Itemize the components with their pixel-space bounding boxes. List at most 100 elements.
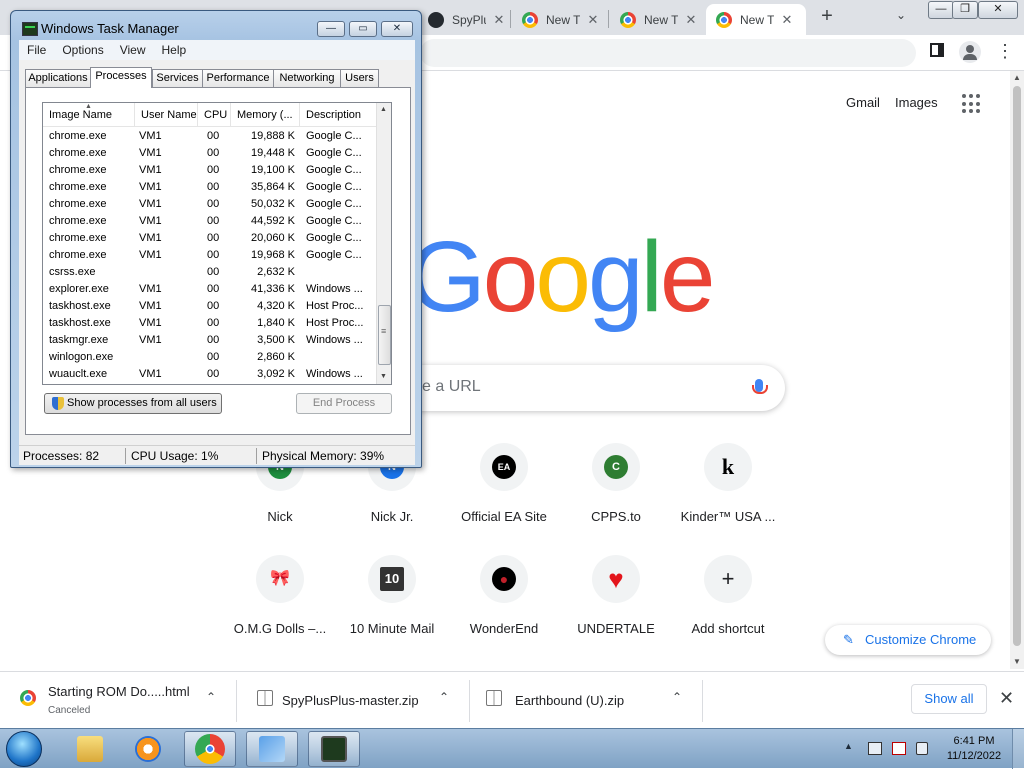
page-scrollbar[interactable]: ▲ ▼ bbox=[1010, 71, 1024, 669]
shortcut-icon-tile: EA bbox=[480, 443, 528, 491]
download-item[interactable]: Earthbound (U).zip ⌃ bbox=[470, 672, 702, 729]
chevron-up-icon[interactable]: ⌃ bbox=[439, 690, 449, 704]
side-panel-icon[interactable] bbox=[930, 43, 944, 57]
close-icon[interactable]: ✕ bbox=[999, 688, 1014, 709]
table-row[interactable]: chrome.exe VM1 00 20,060 K Google C... bbox=[43, 230, 376, 247]
shortcut-wonderend[interactable]: ● WonderEnd bbox=[448, 555, 560, 636]
shortcut-icon-tile: ● bbox=[480, 555, 528, 603]
scroll-down-icon[interactable]: ▼ bbox=[380, 373, 387, 380]
network-icon[interactable] bbox=[868, 742, 882, 755]
chrome-menu-icon[interactable]: ⋮ bbox=[996, 42, 1014, 60]
customize-chrome-button[interactable]: ✎ Customize Chrome bbox=[825, 625, 991, 655]
table-row[interactable]: explorer.exe VM1 00 41,336 K Windows ... bbox=[43, 281, 376, 298]
maximize-button[interactable]: ▭ bbox=[349, 21, 377, 37]
shortcut-kinder-usa[interactable]: k Kinder™ USA ... bbox=[672, 443, 784, 524]
scroll-down-icon[interactable]: ▼ bbox=[1013, 657, 1021, 666]
show-desktop-button[interactable] bbox=[1012, 729, 1024, 769]
process-list[interactable]: ▲ Image Name User Name CPU Memory (... D… bbox=[42, 102, 392, 385]
process-user: VM1 bbox=[139, 334, 162, 346]
menu-view[interactable]: View bbox=[112, 43, 154, 57]
taskbar-task-manager[interactable] bbox=[308, 731, 360, 767]
tab-new-tab-active[interactable]: New T ✕ bbox=[706, 4, 806, 35]
column-cpu[interactable]: CPU bbox=[198, 103, 231, 127]
table-row[interactable]: chrome.exe VM1 00 44,592 K Google C... bbox=[43, 213, 376, 230]
taskbar-control-panel[interactable] bbox=[246, 731, 298, 767]
tab-processes[interactable]: Processes bbox=[90, 67, 152, 88]
tray-overflow-icon[interactable]: ▲ bbox=[844, 741, 853, 751]
taskbar-chrome[interactable] bbox=[184, 731, 236, 767]
tab-users[interactable]: Users bbox=[340, 69, 379, 87]
menu-help[interactable]: Help bbox=[154, 43, 195, 57]
new-tab-button[interactable]: + bbox=[816, 6, 838, 28]
tab-performance[interactable]: Performance bbox=[202, 69, 274, 87]
shortcut-10-minute-mail[interactable]: 10 10 Minute Mail bbox=[336, 555, 448, 636]
minimize-button[interactable]: — bbox=[317, 21, 345, 37]
tab-spyplus[interactable]: SpyPlu ✕ bbox=[418, 4, 510, 35]
table-row[interactable]: winlogon.exe 00 2,860 K bbox=[43, 349, 376, 366]
table-row[interactable]: chrome.exe VM1 00 19,100 K Google C... bbox=[43, 162, 376, 179]
column-image-name[interactable]: ▲ Image Name bbox=[43, 103, 135, 127]
address-bar[interactable] bbox=[420, 39, 916, 67]
profile-avatar-icon[interactable] bbox=[959, 41, 981, 63]
microphone-icon[interactable] bbox=[752, 379, 768, 394]
table-row[interactable]: taskmgr.exe VM1 00 3,500 K Windows ... bbox=[43, 332, 376, 349]
tab-new-tab-1[interactable]: New T ✕ bbox=[512, 4, 608, 35]
tab-close-icon[interactable]: ✕ bbox=[684, 12, 698, 28]
taskbar-media-player[interactable] bbox=[122, 731, 174, 767]
column-user-name[interactable]: User Name bbox=[135, 103, 198, 127]
table-row[interactable]: taskhost.exe VM1 00 1,840 K Host Proc... bbox=[43, 315, 376, 332]
table-row[interactable]: wuauclt.exe VM1 00 3,092 K Windows ... bbox=[43, 366, 376, 383]
scroll-up-icon[interactable]: ▲ bbox=[1013, 73, 1021, 82]
tab-close-icon[interactable]: ✕ bbox=[492, 12, 506, 28]
shortcut-official-ea-site[interactable]: EA Official EA Site bbox=[448, 443, 560, 524]
chevron-up-icon[interactable]: ⌃ bbox=[672, 690, 682, 704]
process-list-scroll-thumb[interactable] bbox=[378, 305, 391, 365]
shortcut-undertale[interactable]: ♥ UNDERTALE bbox=[560, 555, 672, 636]
search-box[interactable]: e a URL bbox=[400, 365, 785, 411]
menu-options[interactable]: Options bbox=[54, 43, 111, 57]
start-button[interactable] bbox=[6, 731, 42, 767]
images-link[interactable]: Images bbox=[895, 95, 938, 110]
table-row[interactable]: csrss.exe 00 2,632 K bbox=[43, 264, 376, 281]
tab-close-icon[interactable]: ✕ bbox=[780, 12, 794, 28]
shortcut-omg-dolls[interactable]: 🎀 O.M.G Dolls –... bbox=[224, 555, 336, 636]
table-row[interactable]: chrome.exe VM1 00 19,888 K Google C... bbox=[43, 128, 376, 145]
table-row[interactable]: chrome.exe VM1 00 35,864 K Google C... bbox=[43, 179, 376, 196]
volume-icon[interactable] bbox=[916, 742, 928, 755]
google-apps-icon[interactable] bbox=[962, 94, 982, 114]
menu-file[interactable]: File bbox=[19, 43, 54, 57]
gmail-link[interactable]: Gmail bbox=[846, 95, 880, 110]
table-row[interactable]: taskhost.exe VM1 00 4,320 K Host Proc... bbox=[43, 298, 376, 315]
column-memory[interactable]: Memory (... bbox=[231, 103, 300, 127]
table-row[interactable]: chrome.exe VM1 00 19,448 K Google C... bbox=[43, 145, 376, 162]
table-row[interactable]: chrome.exe VM1 00 50,032 K Google C... bbox=[43, 196, 376, 213]
scroll-up-icon[interactable]: ▲ bbox=[380, 106, 387, 113]
clock-date[interactable]: 11/12/2022 bbox=[940, 750, 1008, 762]
process-cpu: 00 bbox=[207, 317, 220, 329]
tab-search-button[interactable]: ⌄ bbox=[896, 8, 906, 22]
tab-applications[interactable]: Applications bbox=[25, 69, 91, 87]
tab-networking[interactable]: Networking bbox=[273, 69, 341, 87]
maximize-button[interactable]: ❐ bbox=[952, 1, 978, 19]
download-item[interactable]: SpyPlusPlus-master.zip ⌃ bbox=[237, 672, 469, 729]
show-all-button[interactable]: Show all bbox=[911, 684, 987, 714]
minimize-button[interactable]: — bbox=[928, 1, 954, 19]
tab-new-tab-2[interactable]: New T ✕ bbox=[610, 4, 706, 35]
close-button[interactable]: ✕ bbox=[381, 21, 413, 37]
column-description[interactable]: Description bbox=[300, 103, 376, 127]
process-list-scrollbar[interactable]: ▲ ▼ bbox=[376, 103, 391, 384]
taskbar-explorer[interactable] bbox=[64, 731, 116, 767]
end-process-button[interactable]: End Process bbox=[296, 393, 392, 414]
show-all-processes-button[interactable]: Show processes from all users bbox=[44, 393, 222, 414]
action-center-icon[interactable] bbox=[892, 742, 906, 755]
close-button[interactable]: ✕ bbox=[978, 1, 1018, 19]
page-scroll-thumb[interactable] bbox=[1013, 86, 1021, 646]
shortcut-cpps-to[interactable]: C CPPS.to bbox=[560, 443, 672, 524]
chevron-up-icon[interactable]: ⌃ bbox=[206, 690, 216, 704]
table-row[interactable]: chrome.exe VM1 00 19,968 K Google C... bbox=[43, 247, 376, 264]
tab-services[interactable]: Services bbox=[152, 69, 203, 87]
shortcut-add[interactable]: + Add shortcut bbox=[672, 555, 784, 636]
download-item[interactable]: Starting ROM Do.....html Canceled ⌃ bbox=[0, 672, 236, 729]
clock-time[interactable]: 6:41 PM bbox=[946, 735, 1002, 747]
tab-close-icon[interactable]: ✕ bbox=[586, 12, 600, 28]
